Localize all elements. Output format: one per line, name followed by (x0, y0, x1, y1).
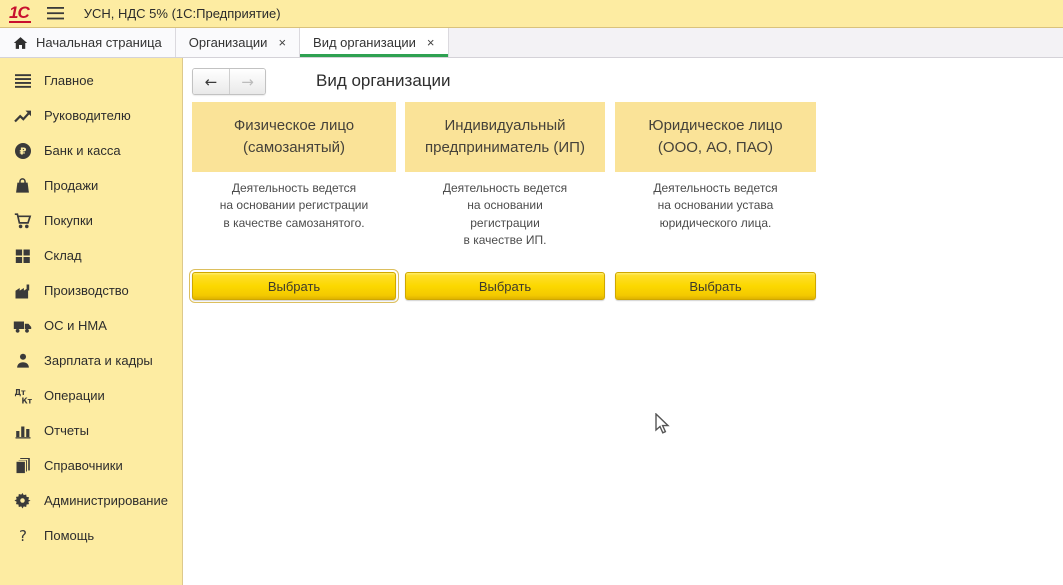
titlebar: 1С УСН, НДС 5% (1С:Предприятие) (0, 0, 1063, 28)
desc-line: в качестве самозанятого. (192, 215, 396, 232)
sidebar-item-payroll-hr[interactable]: Зарплата и кадры (0, 343, 182, 378)
sidebar-item-label: Справочники (44, 458, 123, 473)
sidebar-item-label: Банк и касса (44, 143, 121, 158)
question-icon: ? (13, 527, 32, 545)
truck-icon (13, 317, 32, 335)
chart-icon (13, 422, 32, 440)
sidebar-item-label: Операции (44, 388, 105, 403)
sidebar-item-label: Главное (44, 73, 94, 88)
sidebar-item-reports[interactable]: Отчеты (0, 413, 182, 448)
card-title-line: Индивидуальный (445, 115, 566, 137)
sidebar-item-label: Руководителю (44, 108, 131, 123)
sidebar-item-label: Склад (44, 248, 82, 263)
desc-line: юридического лица. (615, 215, 816, 232)
card-header-entrepreneur: Индивидуальный предприниматель (ИП) (405, 102, 605, 172)
desc-line: Деятельность ведется (405, 180, 605, 197)
tab-bar: Начальная страница Организации × Вид орг… (0, 28, 1063, 58)
tab-label: Начальная страница (36, 35, 162, 50)
sidebar-item-label: Отчеты (44, 423, 89, 438)
person-icon (13, 352, 32, 370)
cart-icon (13, 212, 32, 230)
svg-text:Кт: Кт (21, 396, 32, 405)
page-title: Вид организации (316, 71, 451, 91)
main-content: ← → Вид организации Физическое лицо (сам… (183, 58, 1063, 585)
dtkt-icon: ДтКт (13, 387, 32, 405)
close-icon[interactable]: × (427, 36, 435, 49)
sidebar-item-label: Производство (44, 283, 129, 298)
card-description-self-employed: Деятельность ведется на основании регист… (192, 180, 396, 232)
sidebar-item-bank-cash[interactable]: ₽ Банк и касса (0, 133, 182, 168)
card-title-line: Юридическое лицо (648, 115, 782, 137)
card-description-legal-entity: Деятельность ведется на основании устава… (615, 180, 816, 232)
desc-line: на основании регистрации (192, 197, 396, 214)
select-button-self-employed[interactable]: Выбрать (192, 272, 396, 300)
card-header-self-employed: Физическое лицо (самозанятый) (192, 102, 396, 172)
card-title-line: Физическое лицо (234, 115, 354, 137)
sidebar-item-operations[interactable]: ДтКт Операции (0, 378, 182, 413)
sidebar-item-manager[interactable]: Руководителю (0, 98, 182, 133)
home-icon (13, 36, 28, 50)
card-title-line: (ООО, АО, ПАО) (658, 137, 773, 159)
card-description-entrepreneur: Деятельность ведется на основании регист… (405, 180, 605, 250)
sidebar-item-label: ОС и НМА (44, 318, 107, 333)
desc-line: в качестве ИП. (405, 232, 605, 249)
select-button-entrepreneur[interactable]: Выбрать (405, 272, 605, 300)
sidebar-item-warehouse[interactable]: Склад (0, 238, 182, 273)
svg-text:₽: ₽ (19, 146, 26, 157)
sidebar-item-fixed-assets[interactable]: ОС и НМА (0, 308, 182, 343)
sidebar-item-main[interactable]: Главное (0, 63, 182, 98)
desc-line: регистрации (405, 215, 605, 232)
books-icon (13, 457, 32, 475)
sidebar: Главное Руководителю ₽ Банк и касса Прод… (0, 58, 183, 585)
close-icon[interactable]: × (278, 36, 286, 49)
tab-home[interactable]: Начальная страница (0, 28, 176, 57)
sidebar-item-directories[interactable]: Справочники (0, 448, 182, 483)
desc-line: на основании устава (615, 197, 816, 214)
back-button[interactable]: ← (193, 69, 229, 94)
tab-organizations[interactable]: Организации × (176, 28, 300, 57)
history-nav: ← → (192, 68, 266, 95)
1c-logo-icon: 1С (9, 5, 31, 23)
menu-lines-icon (13, 72, 32, 90)
sidebar-item-administration[interactable]: Администрирование (0, 483, 182, 518)
sidebar-item-purchases[interactable]: Покупки (0, 203, 182, 238)
desc-line: Деятельность ведется (192, 180, 396, 197)
card-title-line: (самозанятый) (243, 137, 345, 159)
bag-icon (13, 177, 32, 195)
sidebar-item-label: Зарплата и кадры (44, 353, 153, 368)
select-button-legal-entity[interactable]: Выбрать (615, 272, 816, 300)
sidebar-item-help[interactable]: ? Помощь (0, 518, 182, 553)
sidebar-item-label: Продажи (44, 178, 98, 193)
tab-label: Вид организации (313, 35, 416, 50)
factory-icon (13, 282, 32, 300)
sidebar-item-label: Покупки (44, 213, 93, 228)
app-window: 1С УСН, НДС 5% (1С:Предприятие) Начальна… (0, 0, 1063, 585)
sidebar-item-label: Администрирование (44, 493, 168, 508)
trend-icon (13, 107, 32, 125)
card-header-legal-entity: Юридическое лицо (ООО, АО, ПАО) (615, 102, 816, 172)
sidebar-item-label: Помощь (44, 528, 94, 543)
card-title-line: предприниматель (ИП) (425, 137, 585, 159)
ruble-icon: ₽ (13, 142, 32, 160)
sidebar-item-sales[interactable]: Продажи (0, 168, 182, 203)
svg-text:?: ? (19, 527, 27, 544)
gear-icon (13, 492, 32, 510)
sidebar-item-production[interactable]: Производство (0, 273, 182, 308)
desc-line: Деятельность ведется (615, 180, 816, 197)
forward-button[interactable]: → (229, 69, 265, 94)
mouse-cursor-icon (653, 413, 673, 437)
tab-label: Организации (189, 35, 268, 50)
warehouse-icon (13, 247, 32, 265)
window-title: УСН, НДС 5% (1С:Предприятие) (84, 6, 281, 21)
hamburger-menu-icon[interactable] (47, 7, 64, 20)
desc-line: на основании (405, 197, 605, 214)
tab-organization-type[interactable]: Вид организации × (300, 28, 448, 57)
